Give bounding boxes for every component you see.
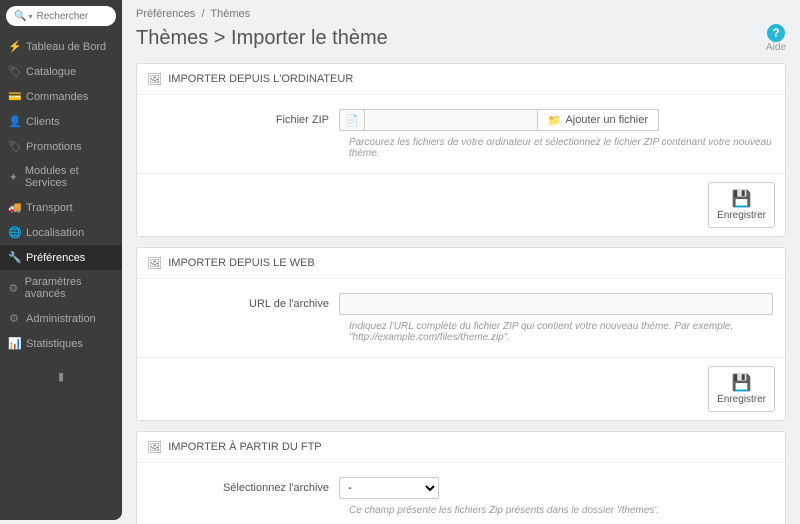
breadcrumb: Préférences / Thèmes [136,8,786,20]
folder-icon: 📁 [548,114,562,127]
globe-icon: 🌐 [8,226,20,239]
help-label: Aide [766,42,786,53]
stats-icon: 📊 [8,337,20,350]
nav-label: Promotions [26,141,82,153]
truck-icon: 🚚 [8,201,20,214]
nav-modules[interactable]: ✦ Modules et Services [0,159,122,195]
nav-label: Transport [26,202,73,214]
credit-card-icon: 💳 [8,90,20,103]
search-input[interactable] [36,11,108,22]
image-icon: 🖼 [147,440,162,454]
dashboard-icon: ⚡ [8,40,20,53]
nav-dashboard[interactable]: ⚡ Tableau de Bord [0,34,122,59]
panel-import-computer: 🖼 IMPORTER DEPUIS L'ORDINATEUR Fichier Z… [136,63,786,237]
collapse-sidebar-button[interactable]: ▮ [0,370,122,383]
help-text: Ce champ présente les fichiers Zip prése… [349,505,773,516]
archive-select[interactable]: - [339,477,439,499]
main-content: Préférences / Thèmes Thèmes > Importer l… [122,0,800,524]
nav-label: Commandes [26,91,88,103]
nav-label: Préférences [26,252,85,264]
nav-list: ⚡ Tableau de Bord 🏷 Catalogue 💳 Commandes 👤… [0,34,122,356]
nav-customers[interactable]: 👤 Clients [0,109,122,134]
help-text: Parcourez les fichiers de votre ordinate… [349,137,773,159]
panel-title: IMPORTER DEPUIS LE WEB [168,257,315,269]
nav-administration[interactable]: ⚙ Administration [0,306,122,331]
puzzle-icon: ✦ [8,171,19,184]
nav-promotions[interactable]: 🏷 Promotions [0,134,122,159]
panel-header: 🖼 IMPORTER DEPUIS LE WEB [137,248,785,279]
nav-label: Catalogue [26,66,76,78]
search-icon: 🔍 [14,11,26,22]
nav-stats[interactable]: 📊 Statistiques [0,331,122,356]
panel-header: 🖼 IMPORTER À PARTIR DU FTP [137,432,785,463]
nav-label: Tableau de Bord [26,41,106,53]
page-title: Thèmes > Importer le thème [136,27,388,50]
nav-label: Modules et Services [25,165,114,189]
nav-advanced[interactable]: ⚙ Paramètres avancés [0,270,122,306]
save-icon: 💾 [717,373,766,393]
panel-title: IMPORTER À PARTIR DU FTP [168,441,321,453]
nav-label: Statistiques [26,338,83,350]
nav-preferences[interactable]: 🔧 Préférences [0,245,122,270]
nav-label: Clients [26,116,60,128]
nav-label: Paramètres avancés [25,276,114,300]
gear-icon: ⚙ [8,312,20,325]
nav-orders[interactable]: 💳 Commandes [0,84,122,109]
tag-icon: 🏷 [8,65,20,78]
panel-header: 🖼 IMPORTER DEPUIS L'ORDINATEUR [137,64,785,95]
user-icon: 👤 [8,115,20,128]
add-file-label: Ajouter un fichier [565,114,648,126]
sidebar: 🔍 ▾ ⚡ Tableau de Bord 🏷 Catalogue 💳 Command… [0,0,122,520]
wrench-icon: 🔧 [8,251,20,264]
search-box[interactable]: 🔍 ▾ [6,6,116,26]
gear-icon: ⚙ [8,282,19,295]
breadcrumb-item[interactable]: Préférences [136,8,195,20]
file-path-display [365,109,537,131]
help-text: Indiquez l'URL complète du fichier ZIP q… [349,321,773,343]
nav-label: Administration [26,313,96,325]
panel-import-web: 🖼 IMPORTER DEPUIS LE WEB URL de l'archiv… [136,247,786,421]
zip-file-label: Fichier ZIP [149,114,339,126]
chevron-down-icon: ▾ [28,12,32,21]
save-icon: 💾 [717,189,766,209]
add-file-button[interactable]: 📁 Ajouter un fichier [537,109,659,131]
save-button[interactable]: 💾 Enregistrer [708,182,775,228]
panel-import-ftp: 🖼 IMPORTER À PARTIR DU FTP Sélectionnez … [136,431,786,524]
select-archive-label: Sélectionnez l'archive [149,482,339,494]
help-button[interactable]: ? Aide [766,24,786,53]
panel-title: IMPORTER DEPUIS L'ORDINATEUR [168,73,353,85]
file-icon: 📄 [339,109,365,131]
archive-url-input[interactable] [339,293,773,315]
nav-label: Localisation [26,227,84,239]
image-icon: 🖼 [147,256,162,270]
save-button[interactable]: 💾 Enregistrer [708,366,775,412]
nav-localization[interactable]: 🌐 Localisation [0,220,122,245]
nav-transport[interactable]: 🚚 Transport [0,195,122,220]
image-icon: 🖼 [147,72,162,86]
pricetag-icon: 🏷 [8,140,20,153]
nav-catalog[interactable]: 🏷 Catalogue [0,59,122,84]
archive-url-label: URL de l'archive [149,298,339,310]
breadcrumb-item[interactable]: Thèmes [210,8,250,20]
help-icon: ? [767,24,785,42]
save-label: Enregistrer [717,210,766,221]
save-label: Enregistrer [717,394,766,405]
